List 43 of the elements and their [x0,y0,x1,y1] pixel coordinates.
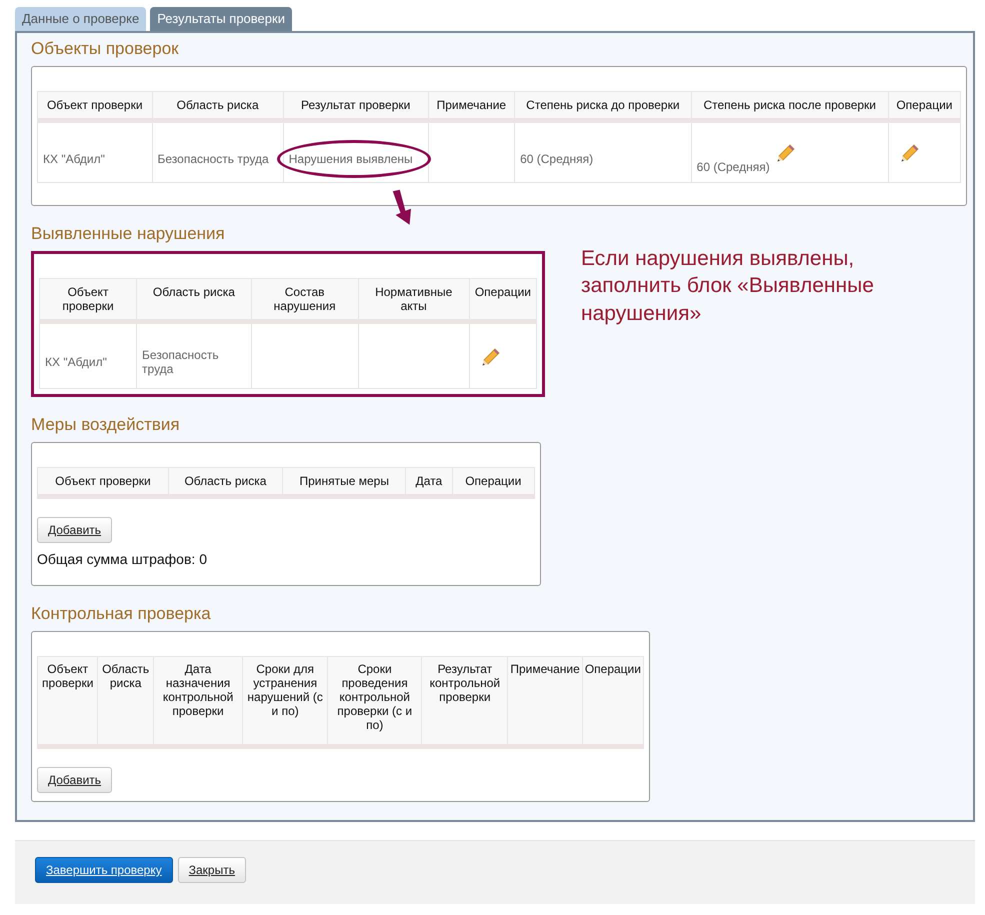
column-header: Степень риска до проверки [514,92,692,120]
column-header: Сроки проведения контрольной проверки (с и по) [327,656,422,746]
column-header: Результат контрольной проверки [422,656,508,746]
column-header: Операции [582,656,644,746]
section-title: Выявленные нарушения [31,224,226,244]
column-header: Принятые меры [282,468,406,496]
add-button[interactable]: Добавить [37,767,112,793]
column-header: Дата [406,468,452,496]
column-header: Нормативные акты [358,278,470,322]
column-header: Сроки для устранения нарушений (с и по) [242,656,328,746]
column-header: Объект проверки [38,92,152,120]
footer-button[interactable]: Закрыть [178,857,246,883]
column-header: Область риска [136,278,252,322]
column-header: Объект проверки [38,656,98,746]
fines-total: Общая сумма штрафов: 0 [37,551,208,567]
add-button[interactable]: Добавить [37,517,112,543]
column-header: Объект проверки [38,468,168,496]
annotation-text: Если нарушения выявлены, заполнить блок «Выявленные нарушения» [581,246,875,327]
column-header: Состав нарушения [251,278,358,322]
table-cell: КХ "Абдил" [38,120,152,182]
column-header: Операции [888,92,960,120]
column-header: Операции [452,468,534,496]
table-cell: Безопасность труда [136,322,252,388]
section-title: Объекты проверок [31,39,180,59]
column-header: Примечание [508,656,582,746]
column-header: Область риска [98,656,154,746]
tab[interactable]: Данные о проверке [15,7,146,31]
table-cell: 60 (Средняя) [691,120,888,182]
table-cell: Безопасность труда [152,120,284,182]
table-cell: 60 (Средняя) [514,120,692,182]
footer-button[interactable]: Завершить проверку [35,857,173,883]
column-header: Примечание [428,92,515,120]
column-header: Результат проверки [283,92,428,120]
tab[interactable]: Результаты проверки [150,7,292,31]
table-cell: КХ "Абдил" [40,322,137,388]
column-header: Область риска [152,92,284,120]
column-header: Объект проверки [40,278,137,322]
column-header: Операции [469,278,536,322]
column-header: Область риска [168,468,283,496]
column-header: Дата назначения контрольной проверки [153,656,243,746]
section-title: Меры воздействия [31,415,181,435]
section-title: Контрольная проверка [31,604,212,624]
column-header: Степень риска после проверки [691,92,888,120]
